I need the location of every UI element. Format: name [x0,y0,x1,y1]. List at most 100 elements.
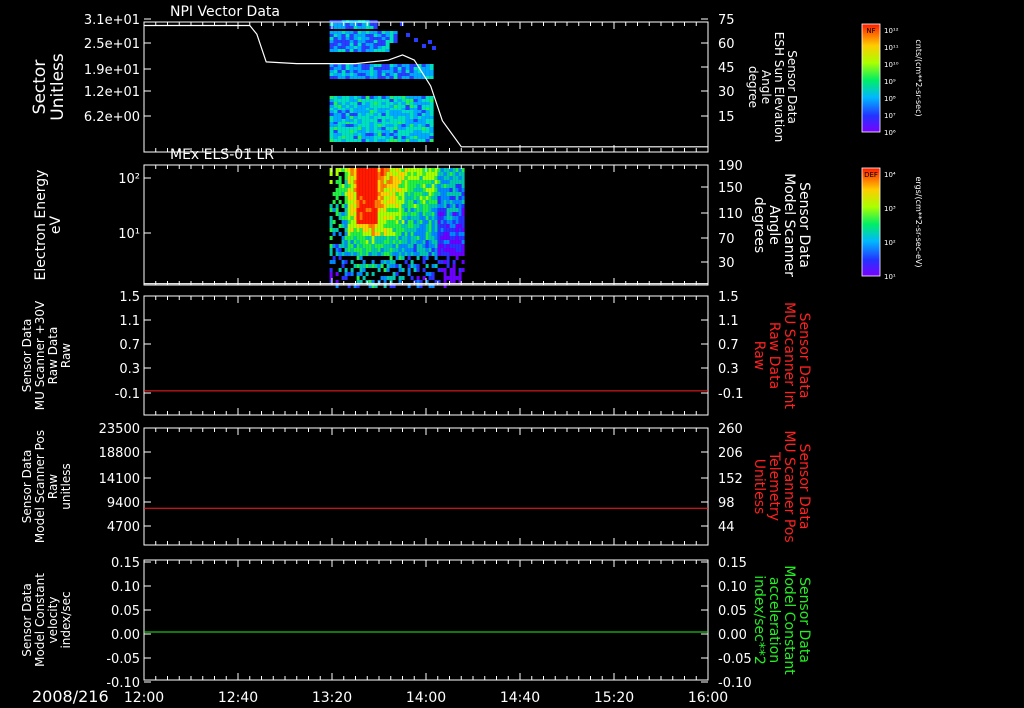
heatmap-cell [401,105,406,108]
heatmap-cell [365,216,369,220]
heatmap-cell [393,133,398,136]
heatmap-cell [359,200,363,204]
heatmap-cell [410,252,414,256]
heatmap-cell [395,184,399,188]
heatmap-cell [404,200,408,204]
heatmap-cell [377,220,381,224]
heatmap-cell [416,224,420,228]
heatmap-cell [345,37,350,40]
heatmap-cell [332,228,336,232]
heatmap-cell [421,110,426,113]
heatmap-cell [405,139,410,142]
heatmap-cell [440,204,444,208]
heatmap-cell [392,220,396,224]
heatmap-cell [362,236,366,240]
heatmap-cell [405,76,410,79]
heatmap-cell [395,272,399,276]
heatmap-cell [359,176,363,180]
heatmap-cell [421,124,426,127]
y-tick-label: 0.3 [119,362,140,377]
heatmap-cell [437,204,441,208]
heatmap-cell [332,256,336,260]
heatmap-cell [431,172,435,176]
heatmap-cell [365,67,370,70]
heatmap-cell [345,110,350,113]
heatmap-cell [365,240,369,244]
heatmap-cell [437,232,441,236]
heatmap-cell [341,102,346,105]
heatmap-cell [389,256,393,260]
heatmap-cell [409,76,414,79]
heatmap-cell [373,37,378,40]
heatmap-cell [443,188,447,192]
heatmap-cell [341,260,345,264]
heatmap-cell [344,204,348,208]
heatmap-cell [341,64,346,67]
heatmap-cell [361,127,366,130]
heatmap-cell [405,130,410,133]
heatmap-cell [452,268,456,272]
heatmap-cell [440,240,444,244]
heatmap-cell [335,244,339,248]
heatmap-cell [381,76,386,79]
panel-2: 10²10¹1901501107030MEx ELS-01 LRElectron… [33,147,812,288]
y-tick-label: 0.00 [111,628,140,643]
heatmap-cell [357,139,362,142]
heatmap-cell [369,124,374,127]
heatmap-cell [410,192,414,196]
heatmap-cell [419,204,423,208]
heatmap-cell [429,133,434,136]
heatmap-cell [350,192,354,196]
heatmap-cell [344,240,348,244]
heatmap-cell [413,180,417,184]
heatmap-cell [425,212,429,216]
heatmap-cell [333,76,338,79]
heatmap-cell [349,130,354,133]
heatmap-cell [369,139,374,142]
heatmap-cell [365,176,369,180]
heatmap-cell [345,99,350,102]
heatmap-cell [337,31,342,34]
heatmap-cell [353,34,358,37]
heatmap-cell [377,139,382,142]
heatmap-cell [329,220,333,224]
heatmap-cell [386,180,390,184]
heatmap-cell [329,105,334,108]
heatmap-cell [383,208,387,212]
heatmap-cell [361,102,366,105]
heatmap-cell [383,196,387,200]
heatmap-cell [371,224,375,228]
heatmap-cell [443,252,447,256]
heatmap-cell [443,240,447,244]
heatmap-cell [374,176,378,180]
heatmap-cell [406,33,410,37]
heatmap-cell [333,34,338,37]
heatmap-cell [335,212,339,216]
heatmap-cell [368,184,372,188]
y2-tick-label: 110 [718,207,743,222]
heatmap-cell [345,40,350,43]
y-axis-label-line: unitless [59,463,73,509]
y2-tick-label: 75 [718,13,735,28]
heatmap-cell [335,188,339,192]
heatmap-cell [404,232,408,236]
heatmap-cell [421,130,426,133]
heatmap-cell [359,248,363,252]
heatmap-cell [365,136,370,139]
y2-tick-label: 152 [718,472,743,487]
heatmap-cell [455,204,459,208]
heatmap-cell [362,260,366,264]
heatmap-cell [452,216,456,220]
heatmap-cell [373,76,378,79]
heatmap-cell [393,70,398,73]
y-axis-label-line: Sensor Data [20,583,34,657]
heatmap-cell [413,228,417,232]
heatmap-cell [416,276,420,280]
heatmap-cell [371,168,375,172]
heatmap-cell [353,37,358,40]
heatmap-cell [437,192,441,196]
heatmap-cell [356,176,360,180]
heatmap-cell [341,110,346,113]
heatmap-cell [373,124,378,127]
heatmap-cell [344,276,348,280]
